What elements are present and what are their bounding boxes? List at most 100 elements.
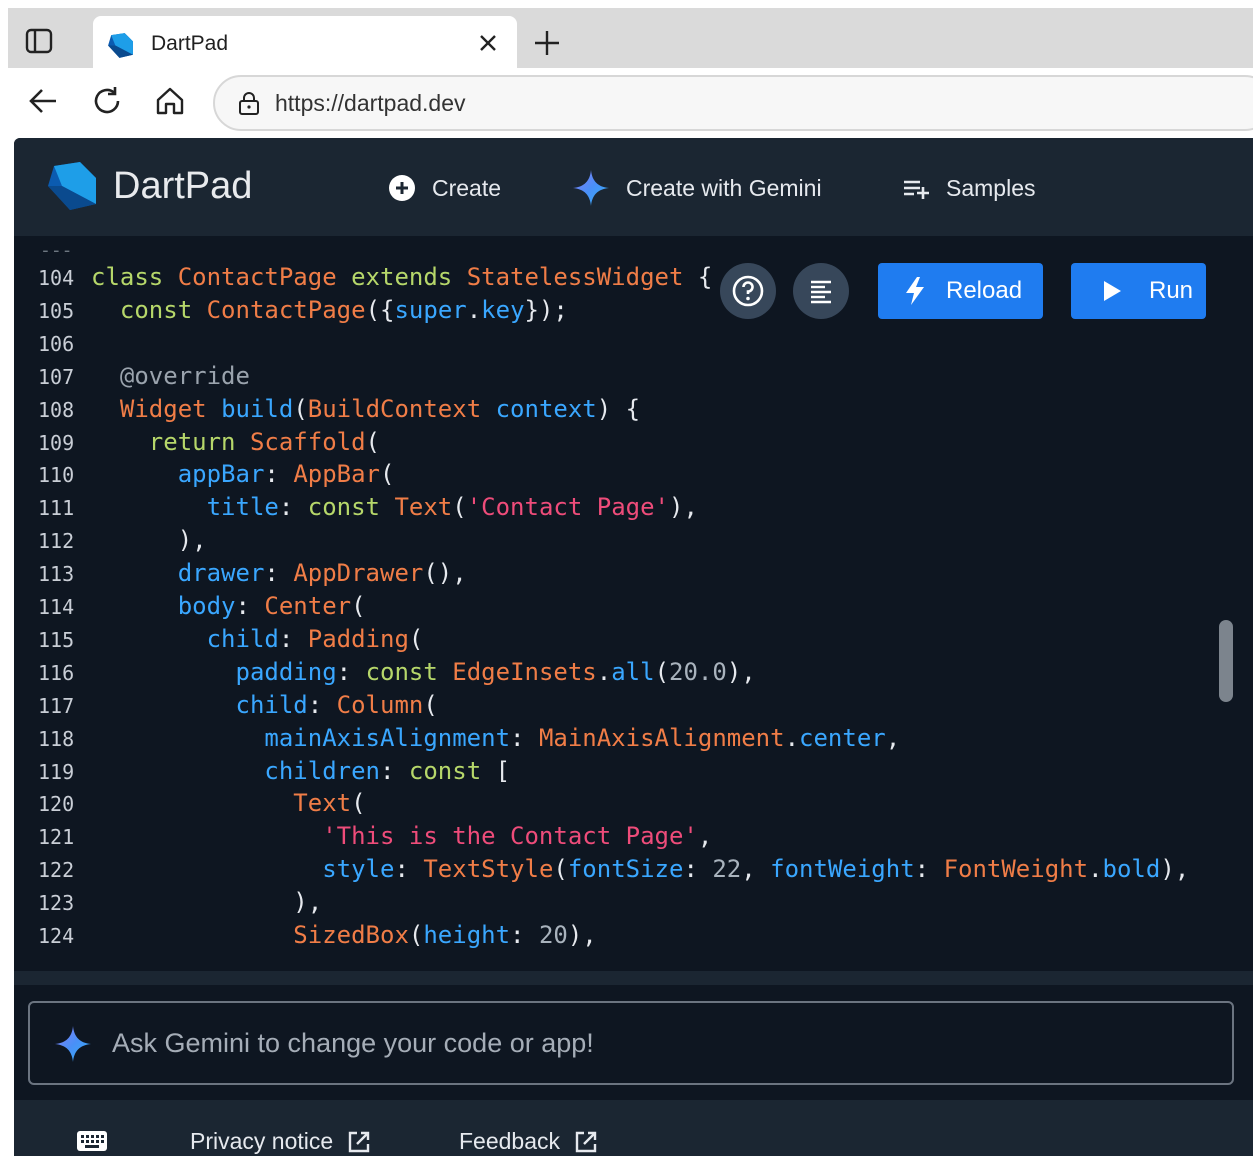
create-with-gemini-button[interactable]: Create with Gemini [572,170,822,206]
code-text[interactable]: ), [91,888,322,916]
code-text[interactable]: appBar: AppBar( [91,460,395,488]
code-line[interactable]: 107 @override [14,362,1253,395]
code-text[interactable]: Widget build(BuildContext context) { [91,395,640,423]
line-number: 120 [38,792,75,817]
create-label: Create [432,174,502,201]
code-text[interactable]: style: TextStyle(fontSize: 22, fontWeigh… [91,855,1189,883]
code-text[interactable]: return Scaffold( [91,428,380,456]
format-align-icon [811,280,831,304]
code-line[interactable]: 115 child: Padding( [14,625,1253,658]
keyboard-icon[interactable] [76,1130,108,1156]
code-line[interactable]: 110 appBar: AppBar( [14,460,1253,493]
help-button[interactable] [720,263,776,319]
code-token: Padding [307,624,409,653]
code-token: . [1088,855,1103,884]
code-token: const [408,756,496,785]
code-text[interactable]: mainAxisAlignment: MainAxisAlignment.cen… [91,724,900,752]
code-line[interactable]: 119 children: const [ [14,757,1253,790]
code-token: context [495,394,597,423]
code-text[interactable]: children: const [ [91,757,510,785]
feedback-label: Feedback [459,1128,561,1154]
code-line[interactable]: 112 ), [14,526,1253,559]
code-line[interactable]: 109 return Scaffold( [14,428,1253,461]
code-token: : [278,624,308,653]
line-number: 121 [38,825,75,850]
code-text[interactable]: SizedBox(height: 20), [91,921,596,949]
code-line[interactable]: 117 child: Column( [14,691,1253,724]
code-line[interactable]: 111 title: const Text('Contact Page'), [14,493,1253,526]
code-line[interactable]: 114 body: Center( [14,592,1253,625]
code-token: const [307,493,395,522]
line-number: 122 [38,858,75,883]
play-icon [1104,281,1121,301]
close-tab-icon[interactable] [477,32,499,54]
feedback-link[interactable]: Feedback [459,1128,598,1155]
browser-tab-dartpad[interactable]: DartPad [93,16,517,76]
code-token: bold [1102,855,1161,884]
create-button[interactable]: Create [388,171,501,205]
home-icon[interactable] [153,84,187,118]
code-token: ( [408,921,424,949]
code-token: : [278,493,308,522]
code-line[interactable]: 116 padding: const EdgeInsets.all(20.0), [14,658,1253,691]
code-text[interactable]: body: Center( [91,592,366,620]
code-text[interactable]: child: Padding( [91,624,424,653]
code-line[interactable]: 124 SizedBox(height: 20), [14,921,1253,954]
code-text[interactable]: ), [91,526,207,554]
code-text[interactable]: const ContactPage({super.key}); [91,296,568,324]
code-token: 'Contact Page' [466,493,669,522]
code-token: ), [726,657,756,686]
code-text[interactable]: drawer: AppDrawer(), [91,559,467,587]
lock-icon[interactable] [237,91,261,115]
code-text[interactable]: padding: const EdgeInsets.all(20.0), [91,658,756,686]
gemini-prompt-input[interactable]: Ask Gemini to change your code or app! [28,1001,1234,1085]
reload-page-icon[interactable] [90,84,124,118]
code-line[interactable]: 105 const ContactPage({super.key}); [14,296,1253,329]
editor-scrollbar[interactable] [1219,620,1233,702]
code-line[interactable]: 123 ), [14,888,1253,921]
privacy-notice-link[interactable]: Privacy notice [190,1128,371,1155]
code-token: Center [264,592,352,620]
code-token: height [423,921,511,949]
code-text[interactable]: child: Column( [91,691,438,719]
code-text[interactable]: Text( [91,789,365,817]
tab-actions-icon[interactable] [24,26,54,56]
code-token: , [885,723,901,752]
code-token: 22 [712,855,742,884]
editor-divider[interactable] [14,971,1253,985]
code-token: : [235,592,265,620]
code-token: : [307,690,337,719]
address-bar[interactable]: https://dartpad.dev [213,75,1253,131]
new-tab-plus-icon[interactable] [532,28,562,58]
code-token: ContactPage [177,263,352,291]
code-text[interactable]: @override [91,362,250,390]
code-text[interactable]: class ContactPage extends StatelessWidge… [91,263,712,291]
code-line[interactable]: 120 Text( [14,789,1253,822]
code-text[interactable]: 'This is the Contact Page', [91,822,712,850]
code-line[interactable]: 108 Widget build(BuildContext context) { [14,395,1253,428]
code-line[interactable]: 121 'This is the Contact Page', [14,822,1253,855]
code-token: ), [91,526,207,555]
code-token: : [394,855,424,884]
code-token: , [697,822,713,851]
code-editor[interactable]: 124 SizedBox(height: 20), 123 ), 122 style… [14,236,1253,971]
run-button[interactable]: Run [1071,263,1206,319]
code-line[interactable]: 113 drawer: AppDrawer(), [14,559,1253,592]
code-token: . [596,657,612,686]
code-line[interactable]: 104 class ContactPage extends StatelessWi… [14,263,1253,296]
url-text[interactable]: https://dartpad.dev [275,90,466,117]
code-line[interactable]: 122 style: TextStyle(fontSize: 22, fontW… [14,855,1253,888]
samples-button[interactable]: Samples [902,171,1035,205]
code-line[interactable]: 106 [14,329,1253,362]
line-number: 118 [38,726,75,751]
code-token: ( [452,493,467,522]
back-arrow-icon[interactable] [26,84,60,118]
code-token: ({ [365,295,395,324]
code-line[interactable]: 118 mainAxisAlignment: MainAxisAlignment… [14,724,1253,757]
format-code-button[interactable] [793,263,849,319]
code-token: ) { [596,394,641,423]
reload-button[interactable]: Reload [878,263,1043,319]
code-text[interactable]: title: const Text('Contact Page'), [91,493,698,521]
